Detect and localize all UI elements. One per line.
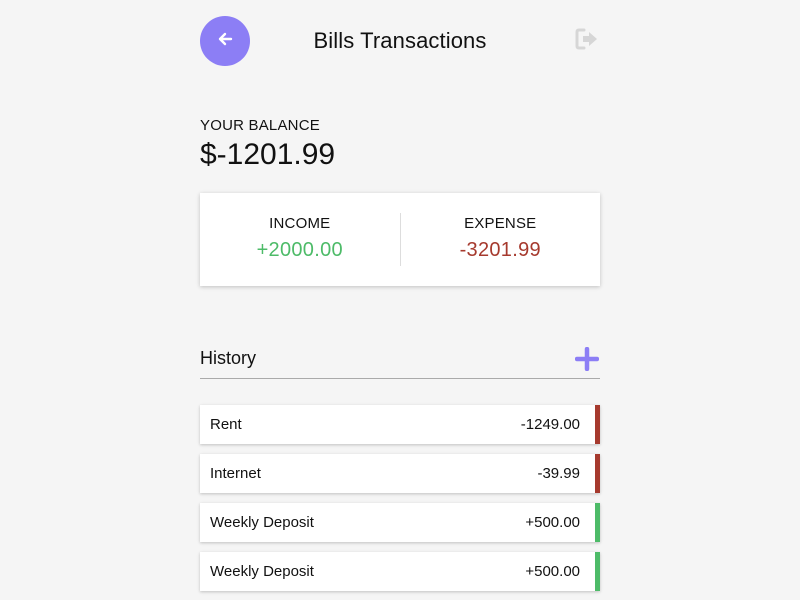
logout-button[interactable]	[574, 28, 600, 54]
expense-section: EXPENSE -3201.99	[401, 193, 601, 286]
expense-value: -3201.99	[459, 239, 541, 261]
history-header: History	[200, 344, 600, 379]
balance-amount: $-1201.99	[200, 138, 336, 171]
plus-icon	[574, 346, 600, 376]
transaction-list: Rent -1249.00 Internet -39.99 Weekly Dep…	[200, 405, 600, 600]
income-value: +2000.00	[256, 239, 343, 261]
sign-out-icon	[575, 28, 599, 55]
income-label: INCOME	[269, 215, 331, 232]
transaction-name: Internet	[210, 465, 261, 482]
transaction-amount: -39.99	[537, 465, 580, 482]
transaction-amount: +500.00	[525, 563, 580, 580]
summary-card: INCOME +2000.00 EXPENSE -3201.99	[200, 193, 600, 286]
transaction-item[interactable]: Weekly Deposit +500.00	[200, 552, 600, 591]
transaction-name: Weekly Deposit	[210, 514, 314, 531]
header: Bills Transactions	[200, 0, 600, 82]
transaction-amount: -1249.00	[520, 416, 580, 433]
transaction-item[interactable]: Rent -1249.00	[200, 405, 600, 444]
transaction-name: Rent	[210, 416, 242, 433]
expense-label: EXPENSE	[464, 215, 537, 232]
balance-label: YOUR BALANCE	[200, 117, 320, 134]
transaction-item[interactable]: Internet -39.99	[200, 454, 600, 493]
income-section: INCOME +2000.00	[200, 193, 400, 286]
page-title: Bills Transactions	[313, 28, 487, 53]
main-column: Bills Transactions YOUR BALANCE $-1201.9…	[200, 0, 600, 591]
transaction-name: Weekly Deposit	[210, 563, 314, 580]
history-title: History	[200, 348, 257, 368]
transaction-item[interactable]: Weekly Deposit +500.00	[200, 503, 600, 542]
page: Bills Transactions YOUR BALANCE $-1201.9…	[0, 0, 800, 600]
transaction-amount: +500.00	[525, 514, 580, 531]
add-transaction-button[interactable]	[574, 346, 600, 376]
